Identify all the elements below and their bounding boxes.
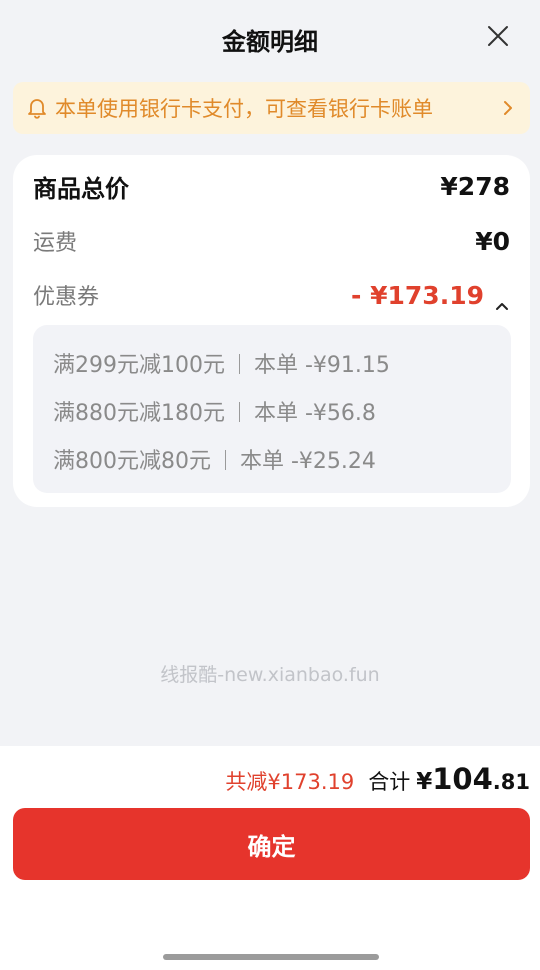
goods-total-label: 商品总价: [33, 175, 129, 203]
order-summary: 共减¥173.19 合计 ¥ 104 .81: [225, 762, 530, 796]
watermark: 线报酷-new.xianbao.fun: [160, 664, 380, 686]
shipping-value: ¥0: [475, 226, 510, 256]
total-currency: ¥: [416, 769, 433, 795]
coupon-row[interactable]: 优惠券 - ¥173.19: [33, 279, 510, 311]
coupon-rule: 满880元减180元: [53, 401, 225, 426]
total-integer: 104: [432, 762, 493, 796]
goods-total-value: ¥278: [440, 172, 510, 201]
coupon-breakdown: 满299元减100元 本单 -¥91.15 满880元减180元 本单 -¥56.8…: [33, 325, 511, 493]
coupon-rule: 满800元减80元: [53, 449, 211, 474]
total-label: 合计: [368, 770, 411, 794]
page-title: 金额明细: [222, 28, 318, 56]
amount-detail-card: 商品总价 ¥278 运费 ¥0 优惠券 - ¥173.19 满299元减100元…: [13, 155, 530, 507]
shipping-row: 运费 ¥0: [33, 225, 510, 257]
coupon-deduction: 本单 -¥56.8: [253, 401, 376, 426]
total-saved: 共减¥173.19: [225, 770, 355, 794]
home-indicator[interactable]: [163, 954, 379, 960]
bank-card-notice[interactable]: 本单使用银行卡支付，可查看银行卡账单: [13, 82, 530, 134]
coupon-value-toggle[interactable]: - ¥173.19: [351, 281, 510, 310]
coupon-item: 满299元减100元 本单 -¥91.15: [53, 347, 390, 379]
shipping-label: 运费: [33, 231, 78, 256]
chevron-up-icon: [494, 289, 510, 310]
header: 金额明细: [0, 0, 540, 78]
confirm-button[interactable]: 确定: [13, 808, 530, 880]
coupon-value: - ¥173.19: [351, 280, 484, 310]
coupon-deduction: 本单 -¥25.24: [240, 449, 376, 474]
divider: [238, 402, 240, 422]
close-icon[interactable]: [486, 24, 510, 48]
divider: [225, 450, 226, 470]
notice-text: 本单使用银行卡支付，可查看银行卡账单: [55, 97, 433, 121]
coupon-rule: 满299元减100元: [53, 353, 225, 378]
total-decimal: .81: [492, 770, 530, 794]
coupon-deduction: 本单 -¥91.15: [253, 353, 390, 378]
footer-bar: 共减¥173.19 合计 ¥ 104 .81 确定: [0, 746, 540, 970]
goods-total-row: 商品总价 ¥278: [33, 169, 510, 204]
bell-icon: [27, 97, 47, 119]
coupon-item: 满880元减180元 本单 -¥56.8: [53, 395, 376, 427]
chevron-right-icon: [502, 99, 514, 117]
coupon-label: 优惠券: [33, 285, 100, 310]
divider: [238, 354, 240, 374]
coupon-item: 满800元减80元 本单 -¥25.24: [53, 443, 376, 475]
